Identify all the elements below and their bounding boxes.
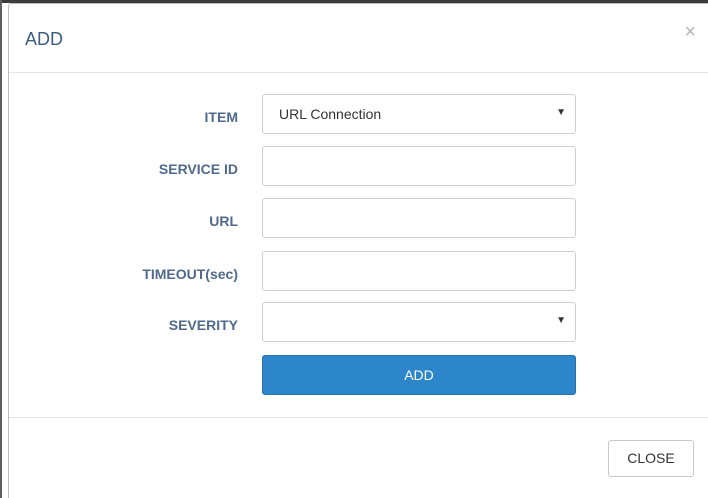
service-id-label: SERVICE ID: [158, 161, 238, 177]
page: ADD × ITEM URL Connection ▼ SERVICE ID U…: [0, 0, 708, 498]
add-dialog: ADD × ITEM URL Connection ▼ SERVICE ID U…: [8, 3, 708, 498]
item-select[interactable]: URL Connection ▼: [262, 94, 576, 134]
severity-select[interactable]: ▼: [262, 302, 576, 342]
add-button[interactable]: ADD: [262, 355, 576, 395]
timeout-input[interactable]: [262, 251, 576, 291]
timeout-label: TIMEOUT(sec): [142, 266, 238, 282]
dialog-header: ADD ×: [9, 4, 708, 73]
item-select-value: URL Connection: [279, 106, 382, 122]
chevron-down-icon: ▼: [556, 315, 566, 326]
url-input[interactable]: [262, 198, 576, 238]
dialog-title: ADD: [25, 29, 64, 49]
close-icon[interactable]: ×: [684, 22, 696, 42]
chevron-down-icon: ▼: [556, 107, 566, 118]
close-button[interactable]: CLOSE: [608, 440, 694, 477]
item-label: ITEM: [204, 109, 238, 125]
severity-label: SEVERITY: [168, 317, 238, 333]
service-id-input[interactable]: [262, 146, 576, 186]
background-edge-left: [0, 0, 2, 498]
url-label: URL: [209, 213, 238, 229]
